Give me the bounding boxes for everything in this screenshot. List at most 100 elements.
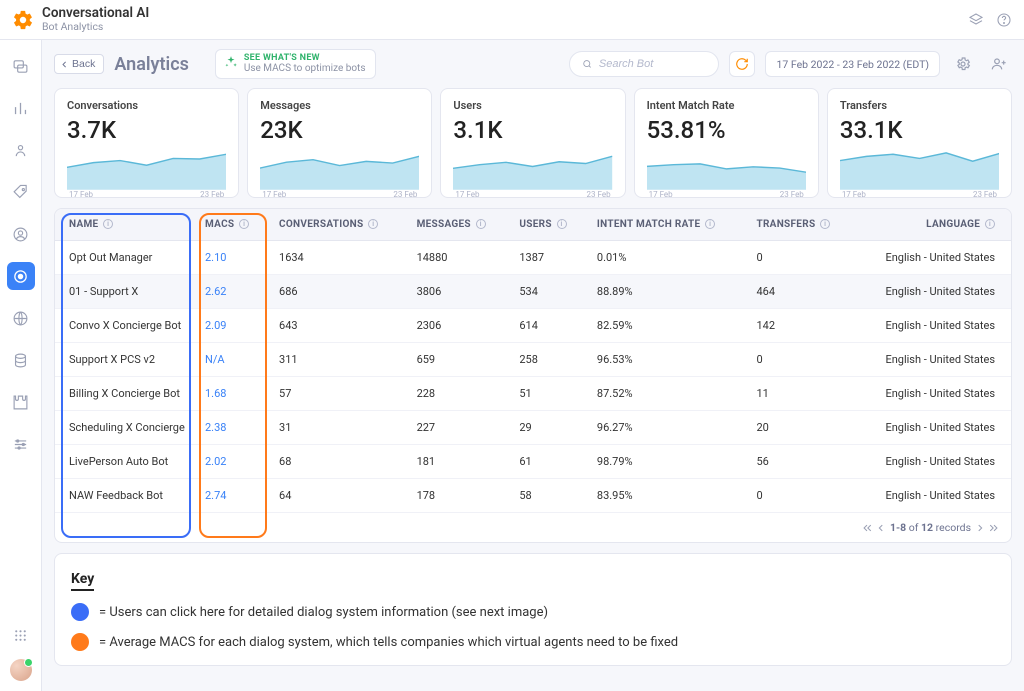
table-header[interactable]: TRANSFERS i <box>746 209 854 241</box>
page-title: Analytics <box>114 54 189 75</box>
nav-globe-icon[interactable] <box>7 304 35 332</box>
info-icon: i <box>103 219 113 229</box>
table-header[interactable]: MACS i <box>195 209 269 241</box>
metric-card[interactable]: Users 3.1K 17 Feb23 Feb <box>440 88 625 198</box>
metric-card[interactable]: Intent Match Rate 53.81% 17 Feb23 Feb <box>634 88 819 198</box>
table-row[interactable]: 01 - Support X 2.62 686 3806 534 88.89% … <box>55 275 1011 309</box>
metric-value: 23K <box>260 116 419 144</box>
cell-macs[interactable]: 2.38 <box>195 411 269 445</box>
nav-bot-icon[interactable] <box>7 262 35 290</box>
date-range-picker[interactable]: 17 Feb 2022 - 23 Feb 2022 (EDT) <box>765 51 940 77</box>
refresh-button[interactable] <box>729 51 755 77</box>
cell-name[interactable]: Billing X Concierge Bot <box>55 377 195 411</box>
table-row[interactable]: Opt Out Manager 2.10 1634 14880 1387 0.0… <box>55 241 1011 275</box>
table-header[interactable]: MESSAGES i <box>407 209 510 241</box>
nav-conversations-icon[interactable] <box>7 52 35 80</box>
avatar[interactable] <box>10 659 32 681</box>
cell-name[interactable]: 01 - Support X <box>55 275 195 309</box>
nav-tags-icon[interactable] <box>7 178 35 206</box>
cell-imr: 98.79% <box>587 445 747 479</box>
key-dot-blue-icon <box>71 603 89 621</box>
nav-analytics-icon[interactable] <box>7 94 35 122</box>
metric-sparkline <box>260 148 419 190</box>
table-header[interactable]: INTENT MATCH RATE i <box>587 209 747 241</box>
nav-users-icon[interactable] <box>7 136 35 164</box>
page-next-icon[interactable] <box>975 523 985 533</box>
cell-messages: 3806 <box>407 275 510 309</box>
cell-conversations: 64 <box>269 479 407 513</box>
cell-users: 614 <box>509 309 587 343</box>
key-dot-orange-icon <box>71 633 89 651</box>
metric-card[interactable]: Transfers 33.1K 17 Feb23 Feb <box>827 88 1012 198</box>
back-button[interactable]: Back <box>54 54 104 74</box>
cell-imr: 96.53% <box>587 343 747 377</box>
cell-language: English - United States <box>855 445 1011 479</box>
back-label: Back <box>72 58 95 70</box>
nav-sliders-icon[interactable] <box>7 430 35 458</box>
cell-name[interactable]: NAW Feedback Bot <box>55 479 195 513</box>
cell-users: 258 <box>509 343 587 377</box>
cell-macs[interactable]: 2.62 <box>195 275 269 309</box>
metric-label: Transfers <box>840 99 999 112</box>
cell-transfers: 56 <box>746 445 854 479</box>
cell-conversations: 31 <box>269 411 407 445</box>
metric-value: 3.1K <box>453 116 612 144</box>
cell-conversations: 686 <box>269 275 407 309</box>
table-header[interactable]: LANGUAGE i <box>855 209 1011 241</box>
nav-apps-icon[interactable] <box>7 621 35 649</box>
top-bar: Conversational AI Bot Analytics <box>0 0 1024 40</box>
metric-card[interactable]: Messages 23K 17 Feb23 Feb <box>247 88 432 198</box>
table-row[interactable]: Scheduling X Concierge 2.38 31 227 29 96… <box>55 411 1011 445</box>
cell-imr: 87.52% <box>587 377 747 411</box>
cell-name[interactable]: LivePerson Auto Bot <box>55 445 195 479</box>
cell-users: 58 <box>509 479 587 513</box>
table-row[interactable]: Billing X Concierge Bot 1.68 57 228 51 8… <box>55 377 1011 411</box>
cell-macs[interactable]: 2.10 <box>195 241 269 275</box>
page-prev-icon[interactable] <box>876 523 886 533</box>
cell-macs[interactable]: 1.68 <box>195 377 269 411</box>
table-row[interactable]: NAW Feedback Bot 2.74 64 178 58 83.95% 0… <box>55 479 1011 513</box>
cell-messages: 14880 <box>407 241 510 275</box>
whats-new-banner[interactable]: SEE WHAT'S NEW Use MACS to optimize bots <box>215 49 377 80</box>
cell-name[interactable]: Scheduling X Concierge <box>55 411 195 445</box>
key-panel: Key = Users can click here for detailed … <box>54 553 1012 666</box>
cell-name[interactable]: Support X PCS v2 <box>55 343 195 377</box>
cell-users: 51 <box>509 377 587 411</box>
nav-database-icon[interactable] <box>7 346 35 374</box>
layers-icon[interactable] <box>968 12 984 28</box>
metric-sparkline <box>647 148 806 190</box>
page-first-icon[interactable] <box>862 523 872 533</box>
cell-language: English - United States <box>855 411 1011 445</box>
table-row[interactable]: LivePerson Auto Bot 2.02 68 181 61 98.79… <box>55 445 1011 479</box>
cell-name[interactable]: Convo X Concierge Bot <box>55 309 195 343</box>
cell-name[interactable]: Opt Out Manager <box>55 241 195 275</box>
search-input[interactable] <box>599 58 707 70</box>
table-header[interactable]: NAME i <box>55 209 195 241</box>
table-header[interactable]: CONVERSATIONS i <box>269 209 407 241</box>
settings-icon[interactable] <box>950 51 976 77</box>
page-last-icon[interactable] <box>989 523 999 533</box>
table-row[interactable]: Support X PCS v2 N/A 311 659 258 96.53% … <box>55 343 1011 377</box>
nav-puzzle-icon[interactable] <box>7 388 35 416</box>
cell-messages: 2306 <box>407 309 510 343</box>
cell-macs[interactable]: 2.09 <box>195 309 269 343</box>
metric-card[interactable]: Conversations 3.7K 17 Feb23 Feb <box>54 88 239 198</box>
app-title: Conversational AI <box>42 7 149 21</box>
bots-table-wrap: NAME iMACS iCONVERSATIONS iMESSAGES iUSE… <box>54 208 1012 543</box>
cell-users: 29 <box>509 411 587 445</box>
user-add-icon[interactable] <box>986 51 1012 77</box>
help-icon[interactable] <box>996 12 1012 28</box>
cell-macs[interactable]: 2.02 <box>195 445 269 479</box>
cell-messages: 228 <box>407 377 510 411</box>
info-icon: i <box>368 219 378 229</box>
table-row[interactable]: Convo X Concierge Bot 2.09 643 2306 614 … <box>55 309 1011 343</box>
metric-value: 33.1K <box>840 116 999 144</box>
cell-macs[interactable]: 2.74 <box>195 479 269 513</box>
search-input-wrap[interactable] <box>569 51 719 77</box>
table-header[interactable]: USERS i <box>509 209 587 241</box>
cell-macs[interactable]: N/A <box>195 343 269 377</box>
app-subtitle: Bot Analytics <box>42 22 149 33</box>
nav-profile-icon[interactable] <box>7 220 35 248</box>
cell-imr: 82.59% <box>587 309 747 343</box>
cell-messages: 659 <box>407 343 510 377</box>
